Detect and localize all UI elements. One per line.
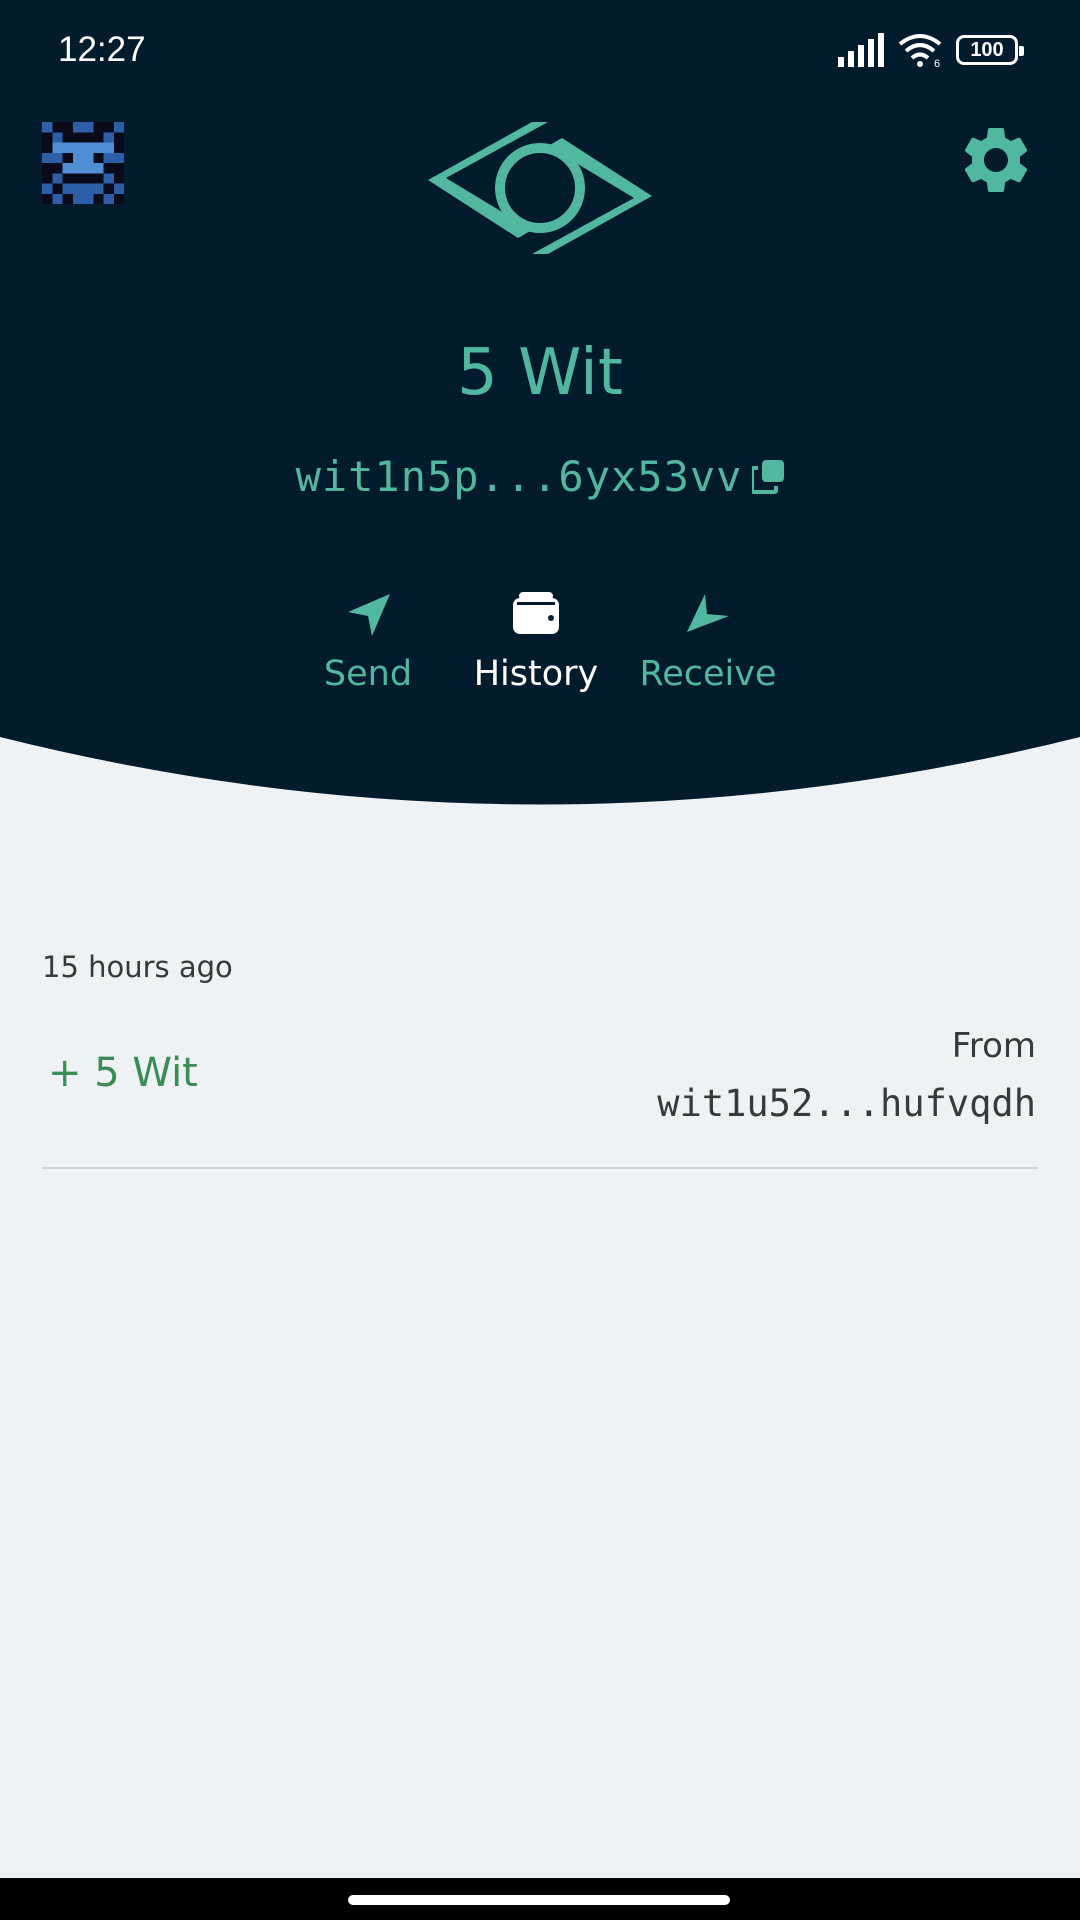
wallet-icon [513, 592, 559, 634]
pixel-avatar-icon[interactable] [42, 122, 124, 204]
receive-arrow-icon [687, 594, 729, 632]
wifi-icon: 6 [898, 34, 942, 68]
tab-send[interactable]: Send [288, 590, 448, 694]
gear-icon[interactable] [956, 120, 1036, 200]
tab-send-label: Send [323, 654, 413, 694]
home-indicator[interactable] [348, 1895, 730, 1905]
tab-history-label: History [473, 654, 599, 694]
battery-icon: 100 [956, 35, 1024, 65]
battery-level: 100 [970, 38, 1004, 61]
signal-icon [838, 33, 884, 67]
tab-receive-label: Receive [639, 654, 777, 694]
status-icons: 6 100 [838, 32, 1024, 68]
witnet-eye-logo [428, 122, 652, 254]
wallet-address[interactable]: wit1n5p...6yx53vv [296, 452, 743, 501]
transaction-counterparty: wit1u52...hufvqdh [657, 1082, 1036, 1125]
transaction-direction-label: From [951, 1026, 1036, 1066]
tab-history[interactable]: History [456, 590, 616, 694]
wifi-badge: 6 [934, 58, 940, 68]
transaction-date: 15 hours ago [42, 950, 233, 984]
send-arrow-icon [348, 594, 390, 636]
copy-icon[interactable] [752, 459, 785, 494]
wallet-balance: 5 Wit [457, 336, 623, 410]
address-row[interactable]: wit1n5p...6yx53vv [0, 452, 1080, 501]
transaction-amount: + 5 Wit [48, 1050, 198, 1096]
status-time: 12:27 [58, 30, 146, 69]
transaction-divider [42, 1167, 1038, 1169]
wallet-header: 12:27 6 100 5 Wit wit1n5p...6yx53vv Send… [0, 0, 1080, 805]
tab-receive[interactable]: Receive [628, 590, 788, 694]
